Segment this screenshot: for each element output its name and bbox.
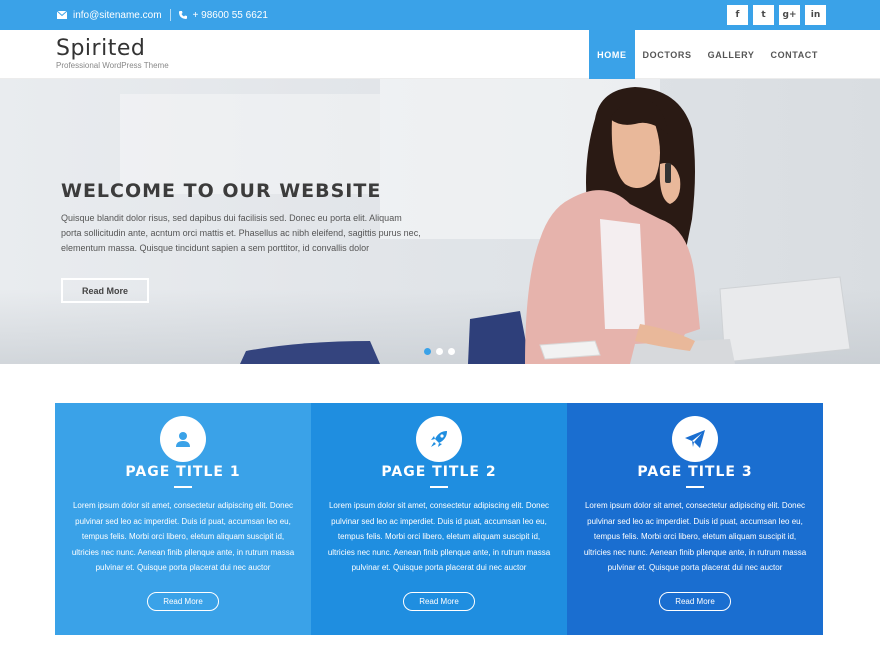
nav-item-doctors[interactable]: DOCTORS — [635, 30, 700, 79]
hero-slider: WELCOME TO OUR WEBSITE Quisque blandit d… — [0, 79, 880, 364]
phone-contact[interactable]: + 98600 55 6621 — [178, 9, 268, 21]
google-plus-icon: g+ — [782, 10, 797, 20]
email-text: info@sitename.com — [73, 9, 162, 21]
site-title[interactable]: Spirited — [56, 36, 145, 61]
linkedin-button[interactable]: in — [805, 5, 826, 25]
hero-title: WELCOME TO OUR WEBSITE — [61, 180, 382, 202]
rocket-icon — [431, 431, 447, 447]
hero-text: Quisque blandit dolor risus, sed dapibus… — [61, 213, 421, 253]
site-tagline: Professional WordPress Theme — [56, 61, 169, 70]
feature-title: PAGE TITLE 1 — [125, 464, 241, 480]
feature-title: PAGE TITLE 3 — [637, 464, 753, 480]
email-contact[interactable]: info@sitename.com — [57, 10, 162, 21]
phone-text: + 98600 55 6621 — [192, 9, 268, 21]
feature-title: PAGE TITLE 2 — [381, 464, 497, 480]
facebook-button[interactable]: f — [727, 5, 748, 25]
title-underline — [686, 486, 704, 488]
user-icon — [176, 432, 190, 447]
feature-icon-circle — [160, 416, 206, 462]
phone-icon — [178, 11, 187, 19]
divider — [169, 9, 171, 21]
twitter-icon: t — [761, 10, 766, 20]
linkedin-icon: in — [810, 10, 821, 20]
feature-text: Lorem ipsum dolor sit amet, consectetur … — [327, 501, 551, 572]
feature-text: Lorem ipsum dolor sit amet, consectetur … — [71, 501, 295, 572]
slider-dot-1[interactable] — [424, 348, 431, 355]
contact-info: info@sitename.com + 98600 55 6621 — [57, 0, 268, 30]
hero-read-more-button[interactable]: Read More — [61, 278, 149, 303]
feature-read-more-button[interactable]: Read More — [403, 592, 475, 611]
nav-item-gallery[interactable]: GALLERY — [700, 30, 763, 79]
feature-section: PAGE TITLE 1 Lorem ipsum dolor sit amet,… — [55, 403, 823, 635]
slider-dot-3[interactable] — [448, 348, 455, 355]
main-nav: HOME DOCTORS GALLERY CONTACT — [589, 30, 826, 79]
top-bar: info@sitename.com + 98600 55 6621 f t g+… — [0, 0, 880, 30]
feature-box-2: PAGE TITLE 2 Lorem ipsum dolor sit amet,… — [311, 403, 567, 635]
google-plus-button[interactable]: g+ — [779, 5, 800, 25]
nav-item-home[interactable]: HOME — [589, 30, 635, 79]
feature-icon-circle — [416, 416, 462, 462]
feature-read-more-button[interactable]: Read More — [147, 592, 219, 611]
site-header: Spirited Professional WordPress Theme HO… — [0, 30, 880, 79]
feature-icon-circle — [672, 416, 718, 462]
feature-text: Lorem ipsum dolor sit amet, consectetur … — [583, 501, 807, 572]
paper-plane-icon — [685, 430, 705, 448]
feature-box-3: PAGE TITLE 3 Lorem ipsum dolor sit amet,… — [567, 403, 823, 635]
feature-box-1: PAGE TITLE 1 Lorem ipsum dolor sit amet,… — [55, 403, 311, 635]
slider-dots — [424, 348, 455, 355]
social-links: f t g+ in — [727, 5, 826, 25]
title-underline — [430, 486, 448, 488]
nav-item-contact[interactable]: CONTACT — [762, 30, 826, 79]
feature-read-more-button[interactable]: Read More — [659, 592, 731, 611]
title-underline — [174, 486, 192, 488]
slider-dot-2[interactable] — [436, 348, 443, 355]
twitter-button[interactable]: t — [753, 5, 774, 25]
envelope-icon — [57, 11, 67, 19]
facebook-icon: f — [735, 10, 740, 20]
